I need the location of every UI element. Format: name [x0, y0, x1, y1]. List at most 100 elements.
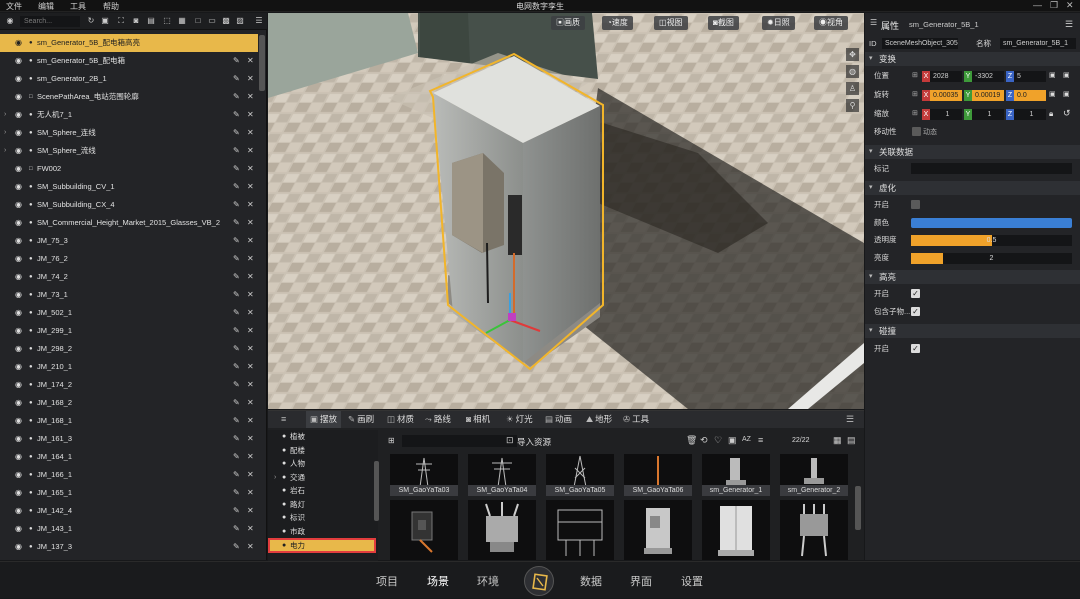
eye-icon[interactable]: ◉ — [15, 268, 22, 286]
eye-icon[interactable]: ◉ — [15, 538, 22, 556]
trash-icon[interactable]: 🗑︎ — [686, 435, 697, 446]
quality-button[interactable]: ▣画质 — [551, 16, 585, 30]
eye-icon[interactable]: ◉ — [15, 304, 22, 322]
delete-icon[interactable]: ✕ — [247, 376, 254, 394]
asset-scrollbar[interactable] — [855, 486, 861, 530]
copy-icon[interactable]: ▣ — [1049, 71, 1056, 79]
eye-icon[interactable]: ◉ — [15, 106, 22, 124]
nav-item[interactable]: 界面 — [630, 573, 652, 589]
asset-label[interactable]: SM_GaoYaTa05 — [546, 485, 614, 496]
asset-thumb-switchgear[interactable] — [546, 500, 614, 560]
outliner-row[interactable]: ◉ ● JM_73_1 ✎ ✕ — [0, 286, 258, 304]
outliner-row[interactable]: ◉ ● SM_Commercial_Height_Market_2015_Glass… — [0, 214, 258, 232]
collision-section-header[interactable]: ▾ 碰撞 — [865, 324, 1080, 338]
outliner-row[interactable]: ◉ ● SM_Subbuilding_CV_1 ✎ ✕ — [0, 178, 258, 196]
delete-icon[interactable]: ✕ — [247, 340, 254, 358]
eye-icon[interactable]: ◉ — [15, 286, 22, 304]
eye-icon[interactable]: ◉ — [15, 394, 22, 412]
eye-icon[interactable]: ◉ — [15, 340, 22, 358]
category-item[interactable]: ● 岩石 — [268, 484, 376, 497]
tab-material[interactable]: ◫ 材质 — [387, 411, 414, 428]
category-item[interactable]: ● 市政 — [268, 525, 376, 538]
outliner-row[interactable]: ◉ ● JM_299_1 ✎ ✕ — [0, 322, 258, 340]
edit-icon[interactable]: ✎ — [233, 232, 240, 250]
app-logo-icon[interactable] — [524, 566, 554, 596]
outliner-row[interactable]: ◉ ● JM_168_2 ✎ ✕ — [0, 394, 258, 412]
edit-icon[interactable]: ✎ — [233, 70, 240, 88]
edit-icon[interactable]: ✎ — [233, 322, 240, 340]
eye-icon[interactable]: ◉ — [15, 322, 22, 340]
delete-icon[interactable]: ✕ — [247, 538, 254, 556]
nav-item[interactable]: 数据 — [580, 573, 602, 589]
delete-icon[interactable]: ✕ — [247, 466, 254, 484]
rotation-x-field[interactable]: 0.00035 — [930, 90, 962, 101]
eye-icon[interactable]: ◉ — [15, 160, 22, 178]
sort-az-icon[interactable]: AZ — [742, 436, 751, 443]
asset-label[interactable]: SM_GaoYaTa06 — [624, 485, 692, 496]
delete-icon[interactable]: ✕ — [247, 160, 254, 178]
delete-icon[interactable]: ✕ — [247, 106, 254, 124]
edit-icon[interactable]: ✎ — [233, 286, 240, 304]
edit-icon[interactable]: ✎ — [233, 142, 240, 160]
delete-icon[interactable]: ✕ — [247, 286, 254, 304]
delete-icon[interactable]: ✕ — [247, 232, 254, 250]
asset-label[interactable]: SM_GaoYaTa04 — [468, 485, 536, 496]
sort-icon[interactable]: ≡ — [758, 435, 763, 445]
tab-film[interactable]: ▤ 动画 — [545, 411, 572, 428]
delete-icon[interactable]: ✕ — [247, 484, 254, 502]
eye-icon[interactable]: ◉ — [15, 34, 22, 52]
outliner-row[interactable]: ◉ ● JM_143_1 ✎ ✕ — [0, 520, 258, 538]
walk-icon[interactable]: ⚲ — [846, 99, 859, 112]
delete-icon[interactable]: ✕ — [247, 88, 254, 106]
delete-icon[interactable]: ✕ — [247, 178, 254, 196]
delete-icon[interactable]: ✕ — [247, 196, 254, 214]
category-item[interactable]: ● 标识 — [268, 511, 376, 524]
grid-icon[interactable]: ▩ — [221, 16, 231, 26]
delete-icon[interactable]: ✕ — [247, 250, 254, 268]
outliner-row[interactable]: ◉ ● JM_137_3 ✎ ✕ — [0, 538, 258, 556]
delete-icon[interactable]: ✕ — [247, 214, 254, 232]
frame-icon[interactable]: ▣ — [100, 16, 110, 26]
edit-icon[interactable]: ✎ — [233, 358, 240, 376]
menu-icon[interactable]: ≡ — [281, 414, 286, 424]
edit-icon[interactable]: ✎ — [233, 538, 240, 556]
category-item[interactable]: ● 路灯 — [268, 498, 376, 511]
asset-label[interactable]: SM_GaoYaTa03 — [390, 485, 458, 496]
edit-icon[interactable]: ✎ — [233, 268, 240, 286]
select-icon[interactable]: ⬚ — [162, 16, 172, 26]
sunlight-button[interactable]: ✹日照 — [762, 16, 795, 30]
mobility-checkbox[interactable] — [912, 127, 921, 136]
viewangle-button[interactable]: ◉视角 — [814, 16, 848, 30]
edit-icon[interactable]: ✎ — [233, 52, 240, 70]
3d-viewport[interactable]: ▣画质 ◔速度 ◫视图 ◙截图 ✹日照 ◉视角 ✥ ◍ ♙ ⚲ — [268, 13, 864, 409]
id-field[interactable]: SceneMeshObject_305 — [882, 38, 958, 49]
box-icon[interactable]: □ — [193, 16, 203, 26]
paste-icon[interactable]: ▣ — [1063, 90, 1070, 98]
asset-thumb-gaoyata05[interactable] — [546, 454, 614, 487]
panel-icon[interactable]: ▭ — [207, 16, 217, 26]
import-assets-button[interactable]: 导入资源 — [517, 436, 551, 448]
eye-icon[interactable]: ◉ — [15, 376, 22, 394]
edit-icon[interactable]: ✎ — [233, 124, 240, 142]
delete-icon[interactable]: ✕ — [247, 448, 254, 466]
category-item[interactable]: ● 植被 — [268, 430, 376, 443]
nav-item[interactable]: 项目 — [376, 573, 398, 589]
chevron-right-icon[interactable]: › — [4, 124, 6, 142]
outliner-row[interactable]: ◉ □ ScenePathArea_电站范围轮廓 ✎ ✕ — [0, 88, 258, 106]
edit-icon[interactable]: ✎ — [233, 484, 240, 502]
eye-icon[interactable]: ◉ — [15, 466, 22, 484]
outliner-row[interactable]: › ◉ ● SM_Sphere_连线 ✎ ✕ — [0, 124, 258, 142]
delete-icon[interactable]: ✕ — [247, 52, 254, 70]
outliner-row[interactable]: ◉ ● JM_298_2 ✎ ✕ — [0, 340, 258, 358]
edit-icon[interactable]: ✎ — [233, 502, 240, 520]
outliner-row[interactable]: ◉ ● SM_Subbuilding_CX_4 ✎ ✕ — [0, 196, 258, 214]
eye-icon[interactable]: ◉ — [15, 520, 22, 538]
outliner-row[interactable]: ◉ ● JM_166_1 ✎ ✕ — [0, 466, 258, 484]
edit-icon[interactable]: ✎ — [233, 250, 240, 268]
detail-view-icon[interactable]: ▤ — [847, 435, 856, 446]
nav-item[interactable]: 环境 — [477, 573, 499, 589]
scale-x-field[interactable]: 1 — [930, 109, 962, 120]
category-item[interactable]: ● 配楼 — [268, 444, 376, 457]
paste-icon[interactable]: ▣ — [1063, 71, 1070, 79]
tab-terrain[interactable]: ⛰ 地形 — [586, 411, 612, 428]
